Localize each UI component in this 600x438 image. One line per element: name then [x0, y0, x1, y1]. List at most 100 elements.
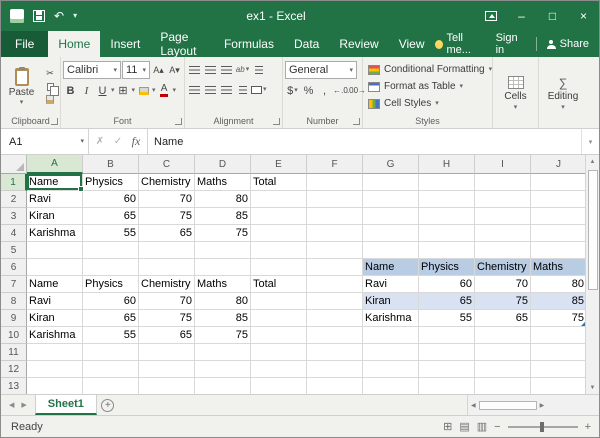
next-sheet-button[interactable]: ▶	[21, 401, 26, 409]
cell-A8[interactable]: Ravi	[27, 293, 83, 310]
cell-I3[interactable]	[475, 208, 531, 225]
row-header-5[interactable]: 5	[1, 242, 27, 259]
column-header-J[interactable]: J	[531, 155, 585, 174]
fill-color-caret-icon[interactable]: ▾	[152, 87, 156, 94]
cell-A1[interactable]: Name	[27, 174, 83, 191]
cell-D6[interactable]	[195, 259, 251, 276]
row-header-11[interactable]: 11	[1, 344, 27, 361]
row-header-12[interactable]: 12	[1, 361, 27, 378]
cell-B2[interactable]: 60	[83, 191, 139, 208]
cell-F9[interactable]	[307, 310, 363, 327]
scroll-down-button[interactable]: ▼	[590, 381, 596, 394]
cell-D8[interactable]: 80	[195, 293, 251, 310]
cell-E4[interactable]	[251, 225, 307, 242]
cell-D1[interactable]: Maths	[195, 174, 251, 191]
cell-D13[interactable]	[195, 378, 251, 394]
tab-formulas[interactable]: Formulas	[214, 31, 284, 57]
column-header-B[interactable]: B	[83, 155, 139, 174]
close-button[interactable]: ×	[568, 1, 599, 31]
cell-A6[interactable]	[27, 259, 83, 276]
cell-J2[interactable]	[531, 191, 585, 208]
cell-E10[interactable]	[251, 327, 307, 344]
cell-J8[interactable]: 85	[531, 293, 585, 310]
cell-H3[interactable]	[419, 208, 475, 225]
conditional-formatting-button[interactable]: Conditional Formatting ▾	[365, 61, 490, 78]
cell-E5[interactable]	[251, 242, 307, 259]
normal-view-button[interactable]: ⊞	[443, 420, 452, 433]
zoom-in-button[interactable]: +	[585, 421, 591, 433]
cell-G11[interactable]	[363, 344, 419, 361]
comma-style-button[interactable]: ,	[317, 82, 332, 99]
borders-button[interactable]: ⊞	[116, 82, 131, 99]
cell-D2[interactable]: 80	[195, 191, 251, 208]
cell-C1[interactable]: Chemistry	[139, 174, 195, 191]
cell-F3[interactable]	[307, 208, 363, 225]
editing-button[interactable]: ∑ Editing ▾	[541, 59, 585, 128]
cell-D4[interactable]: 75	[195, 225, 251, 242]
maximize-button[interactable]: □	[537, 1, 568, 31]
zoom-out-button[interactable]: −	[494, 421, 500, 433]
cell-A10[interactable]: Karishma	[27, 327, 83, 344]
column-header-E[interactable]: E	[251, 155, 307, 174]
cell-G1[interactable]	[363, 174, 419, 191]
cell-G5[interactable]	[363, 242, 419, 259]
wrap-text-button[interactable]	[251, 61, 266, 78]
underline-button[interactable]: U	[95, 82, 110, 99]
alignment-dialog-launcher[interactable]	[273, 118, 280, 125]
cell-I13[interactable]	[475, 378, 531, 394]
cell-I1[interactable]	[475, 174, 531, 191]
align-top-button[interactable]	[187, 61, 202, 78]
tab-home[interactable]: Home	[48, 31, 100, 57]
scroll-right-button[interactable]: ▶	[540, 402, 545, 409]
cell-E9[interactable]	[251, 310, 307, 327]
horizontal-scrollbar-thumb[interactable]	[479, 401, 537, 410]
column-header-A[interactable]: A	[27, 155, 83, 174]
cell-C4[interactable]: 65	[139, 225, 195, 242]
tab-view[interactable]: View	[389, 31, 435, 57]
format-painter-button[interactable]	[43, 94, 58, 105]
cell-J13[interactable]	[531, 378, 585, 394]
cell-F2[interactable]	[307, 191, 363, 208]
cell-C7[interactable]: Chemistry	[139, 276, 195, 293]
cell-B10[interactable]: 55	[83, 327, 139, 344]
cell-E6[interactable]	[251, 259, 307, 276]
undo-button[interactable]: ↶	[54, 10, 64, 22]
cell-D5[interactable]	[195, 242, 251, 259]
page-break-view-button[interactable]: ▥	[477, 420, 487, 433]
tab-insert[interactable]: Insert	[100, 31, 150, 57]
vertical-scrollbar-thumb[interactable]	[588, 170, 598, 290]
align-left-button[interactable]	[187, 81, 202, 98]
row-header-4[interactable]: 4	[1, 225, 27, 242]
formula-input[interactable]: Name	[148, 129, 581, 154]
new-sheet-button[interactable]: +	[97, 395, 119, 415]
underline-caret-icon[interactable]: ▾	[111, 87, 115, 94]
cell-J6[interactable]: Maths	[531, 259, 585, 276]
row-header-3[interactable]: 3	[1, 208, 27, 225]
cell-E2[interactable]	[251, 191, 307, 208]
cell-G3[interactable]	[363, 208, 419, 225]
horizontal-scrollbar[interactable]: ◀ ▶	[467, 395, 599, 415]
cell-C6[interactable]	[139, 259, 195, 276]
percent-style-button[interactable]: %	[301, 82, 316, 99]
font-color-button[interactable]: A	[157, 82, 172, 99]
ribbon-display-options-button[interactable]	[475, 1, 506, 31]
cell-H12[interactable]	[419, 361, 475, 378]
cell-C3[interactable]: 75	[139, 208, 195, 225]
cell-F5[interactable]	[307, 242, 363, 259]
decrease-decimal-button[interactable]: .00→	[349, 82, 364, 99]
cell-F7[interactable]	[307, 276, 363, 293]
cell-J1[interactable]	[531, 174, 585, 191]
font-size-select[interactable]: 11 ▾	[122, 61, 150, 79]
cell-I2[interactable]	[475, 191, 531, 208]
cell-styles-button[interactable]: Cell Styles ▾	[365, 95, 490, 112]
minimize-button[interactable]: –	[506, 1, 537, 31]
tab-page-layout[interactable]: Page Layout	[150, 31, 214, 57]
paste-button[interactable]: Paste ▾	[4, 59, 40, 114]
cell-H2[interactable]	[419, 191, 475, 208]
cell-J12[interactable]	[531, 361, 585, 378]
cell-B1[interactable]: Physics	[83, 174, 139, 191]
cell-C5[interactable]	[139, 242, 195, 259]
cell-J7[interactable]: 80	[531, 276, 585, 293]
cell-A5[interactable]	[27, 242, 83, 259]
cell-F13[interactable]	[307, 378, 363, 394]
